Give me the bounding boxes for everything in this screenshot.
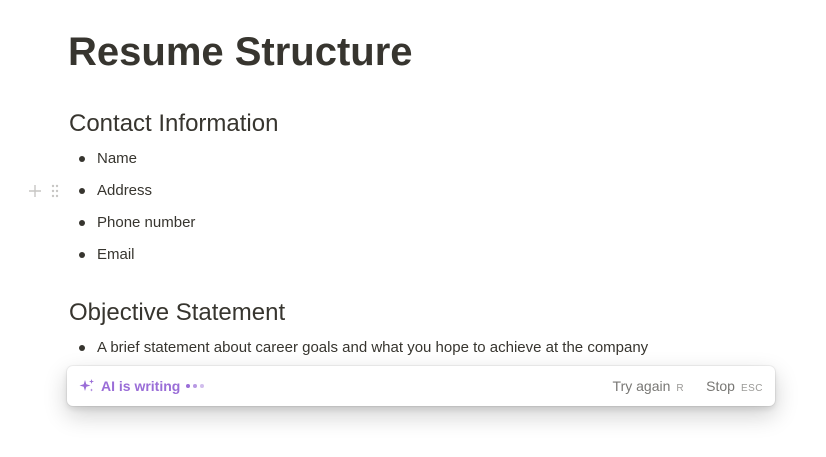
typing-dot [200,384,205,388]
typing-dot [186,384,191,388]
ai-status-label: AI is writing [101,378,181,394]
stop-button[interactable]: Stop ESC [706,378,763,394]
list-item-text: Phone number [97,214,196,231]
bullet-dot-icon [79,188,85,194]
typing-indicator [186,384,205,388]
bullet-dot-icon [79,345,85,351]
try-again-shortcut: R [676,383,685,394]
ai-writing-bar: AI is writing Try again R Stop ESC [67,366,775,406]
list-item[interactable]: A brief statement about career goals and… [69,332,648,364]
list-item-text: Email [97,246,135,263]
sparkle-icon [79,378,95,394]
list-item-text: Address [97,182,153,199]
contact-information-list: Name Address Phone number Email [69,143,195,271]
objective-statement-list: A brief statement about career goals and… [69,332,648,364]
list-item-text: Name [97,150,138,167]
bullet-dot-icon [79,252,85,258]
plus-icon[interactable] [26,182,44,200]
ai-actions: Try again R Stop ESC [613,378,763,394]
stop-label: Stop [706,378,735,394]
bullet-dot-icon [79,220,85,226]
stop-shortcut: ESC [740,383,763,394]
list-item[interactable]: Email [69,239,195,271]
block-handle [26,182,62,200]
bullet-dot-icon [79,156,85,162]
list-item[interactable]: Phone number [69,207,195,239]
try-again-label: Try again [612,378,671,394]
list-item[interactable]: Name [69,143,195,175]
heading-contact-information[interactable]: Contact Information [69,108,278,140]
list-item-text: A brief statement about career goals and… [97,339,649,356]
heading-objective-statement[interactable]: Objective Statement [69,297,285,329]
list-item[interactable]: Address [69,175,195,207]
try-again-button[interactable]: Try again R [613,378,685,394]
page-title[interactable]: Resume Structure [68,26,413,78]
typing-dot [193,384,198,388]
drag-handle-icon[interactable] [48,182,62,200]
